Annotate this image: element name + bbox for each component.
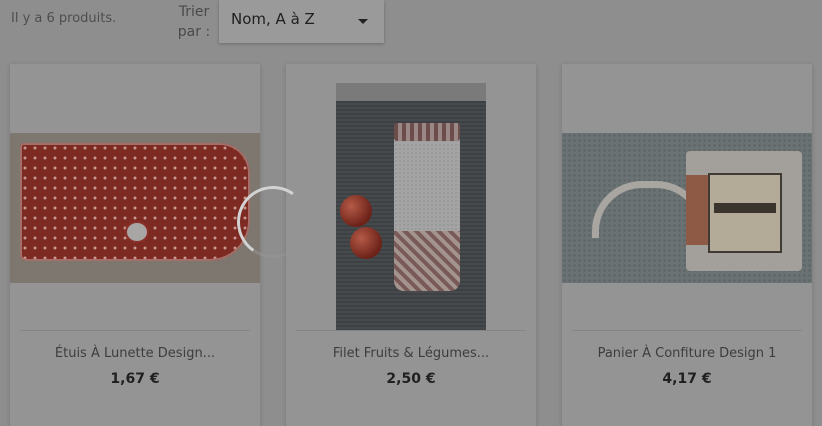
product-price: 1,67 € [110,371,160,387]
bag-drawstring-shape [394,123,460,141]
glasses-case-shape [20,143,250,261]
product-title[interactable]: Panier À Confiture Design 1 [562,346,812,361]
product-image[interactable] [336,83,486,331]
sort-selected-value: Nom, A à Z [231,10,315,28]
product-title[interactable]: Filet Fruits & Légumes... [286,346,536,361]
card-divider [572,330,802,331]
card-divider [20,330,250,331]
jam-label-shape [708,173,782,253]
product-card[interactable]: Filet Fruits & Légumes... 2,50 € [286,64,536,426]
product-price: 4,17 € [662,371,712,387]
sort-dropdown[interactable]: Nom, A à Z [219,0,384,43]
tomato-shape [350,227,382,259]
label-band-shape [714,203,776,213]
product-card[interactable]: Panier À Confiture Design 1 4,17 € [562,64,812,426]
bag-bottom-shape [394,231,460,291]
card-divider [296,330,526,331]
product-title[interactable]: Étuis À Lunette Design... [10,346,260,361]
product-listing: Il y a 6 produits. Trier par : Nom, A à … [0,0,822,426]
snap-button-shape [127,223,147,241]
sort-label: Trier par : [177,4,211,40]
floor-shape [336,83,486,101]
product-price: 2,50 € [386,371,436,387]
product-image[interactable] [10,133,260,283]
caret-down-icon [358,19,368,24]
product-image[interactable] [562,133,812,283]
product-card[interactable]: Étuis À Lunette Design... 1,67 € [10,64,260,426]
product-count: Il y a 6 produits. [11,11,117,26]
tomato-shape [340,195,372,227]
